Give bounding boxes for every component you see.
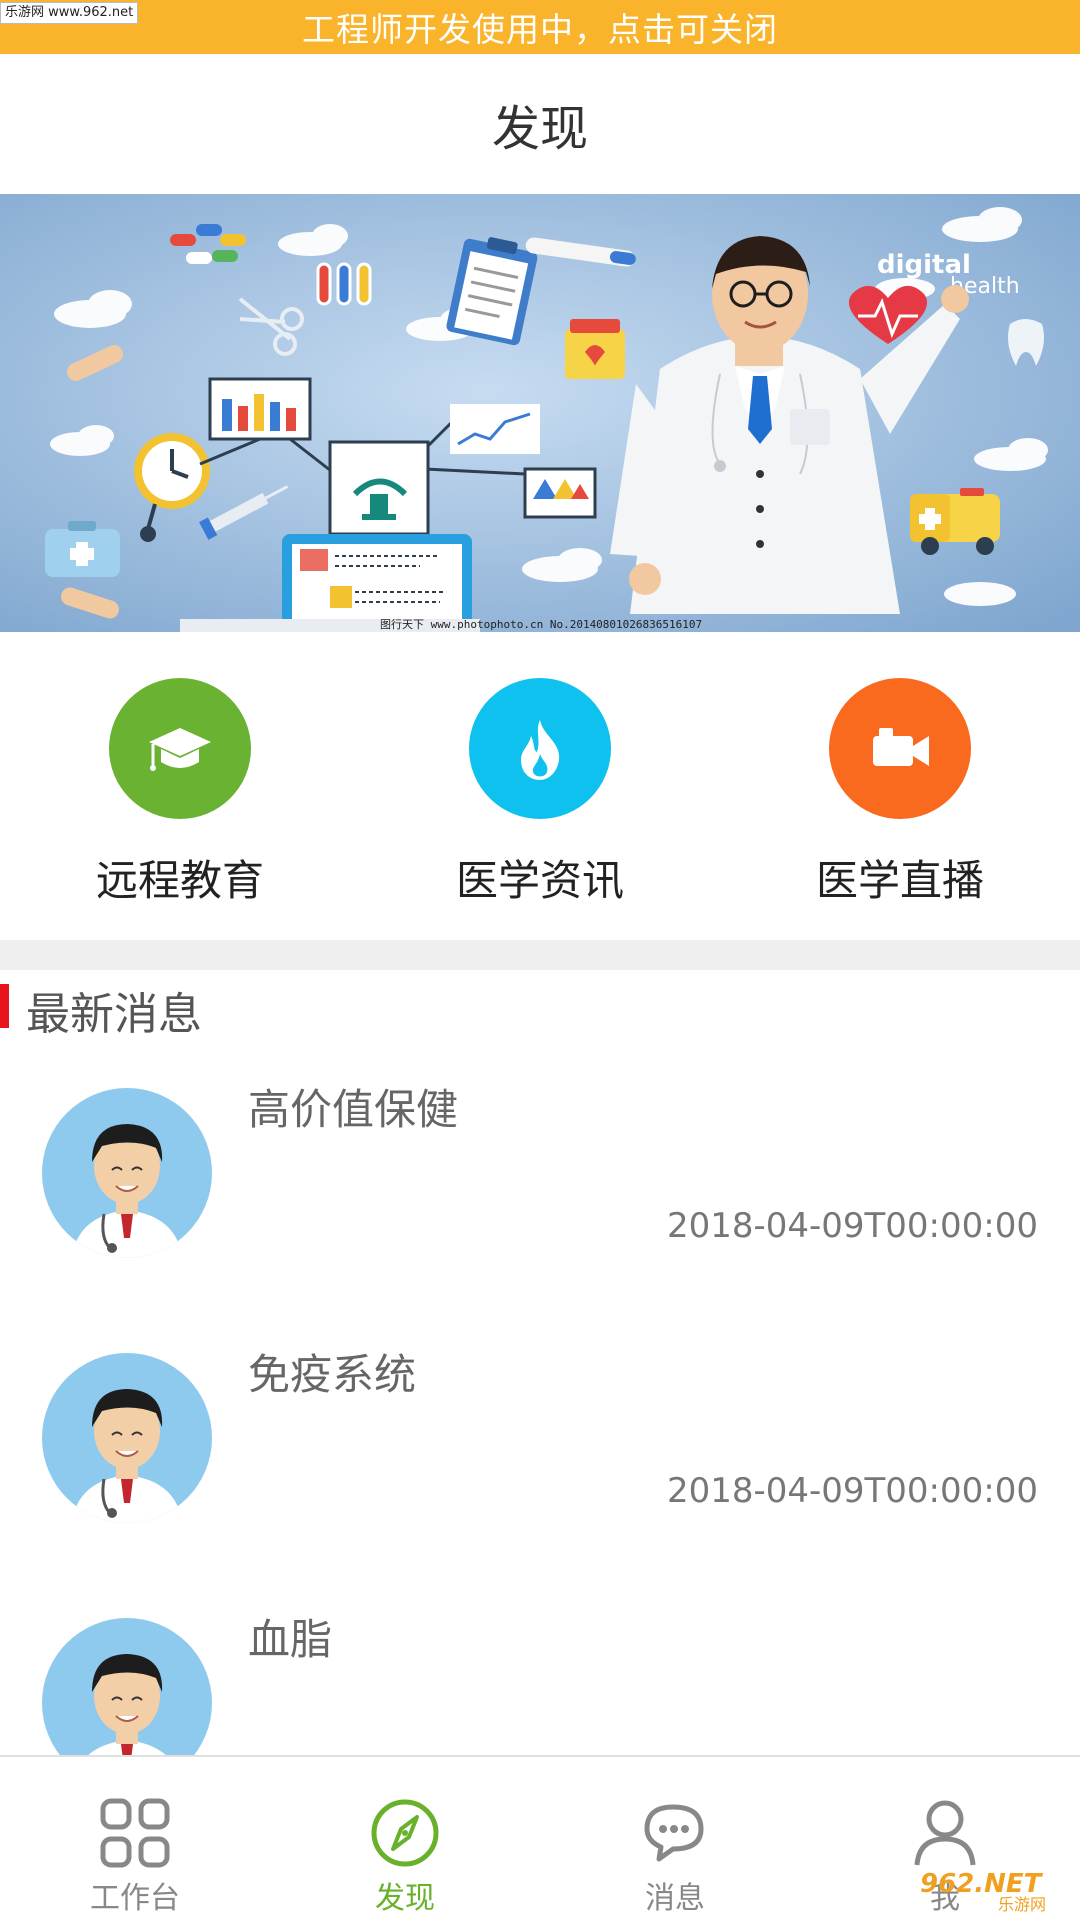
dev-notice-bar[interactable]: 工程师开发使用中，点击可关闭 xyxy=(0,0,1080,54)
graduation-cap-icon xyxy=(109,678,251,819)
video-camera-icon xyxy=(829,678,971,819)
news-item[interactable]: 免疫系统 2018-04-09T00:00:00 xyxy=(0,1321,1080,1588)
section-divider xyxy=(0,940,1080,970)
tab-label: 工作台 xyxy=(90,1881,180,1916)
section-accent-bar xyxy=(0,984,9,1028)
section-title: 最新消息 xyxy=(26,989,202,1040)
hero-illustration: digital health 图行天下 www.photophoto.cn No… xyxy=(0,194,1080,632)
news-title: 免疫系统 xyxy=(248,1350,417,1399)
news-item[interactable]: 高价值保健 2018-04-09T00:00:00 xyxy=(0,1056,1080,1323)
hero-banner[interactable]: digital health 图行天下 www.photophoto.cn No… xyxy=(0,194,1080,632)
doctor-avatar xyxy=(42,1353,212,1523)
news-title: 高价值保健 xyxy=(248,1085,459,1134)
hero-credit: 图行天下 www.photophoto.cn No.20140801026836… xyxy=(380,618,702,631)
tab-workbench[interactable]: 工作台 xyxy=(0,1757,270,1922)
person-icon xyxy=(914,1800,976,1866)
compass-icon xyxy=(371,1799,439,1867)
quick-actions: 远程教育 医学资讯 医学直播 xyxy=(0,632,1080,940)
watermark-top: 乐游网 www.962.net xyxy=(0,2,139,24)
action-label: 远程教育 xyxy=(95,856,264,905)
latest-news-header: 最新消息 xyxy=(0,970,1080,1056)
flame-icon xyxy=(469,678,611,819)
news-date: 2018-04-09T00:00:00 xyxy=(666,1471,1038,1511)
news-date: 2018-04-09T00:00:00 xyxy=(666,1206,1038,1246)
news-title: 血脂 xyxy=(248,1615,333,1664)
doctor-avatar xyxy=(42,1088,212,1258)
tab-label: 发现 xyxy=(375,1881,435,1916)
action-remote-education[interactable]: 远程教育 xyxy=(30,678,330,908)
dev-notice-text: 工程师开发使用中，点击可关闭 xyxy=(302,10,778,49)
action-medical-news[interactable]: 医学资讯 xyxy=(390,678,690,908)
action-medical-live[interactable]: 医学直播 xyxy=(750,678,1050,908)
page-title-text: 发现 xyxy=(491,101,588,157)
chat-bubble-icon xyxy=(644,1804,704,1862)
tab-label: 消息 xyxy=(645,1881,705,1916)
action-label: 医学资讯 xyxy=(455,856,624,905)
watermark-cn: 乐游网 xyxy=(998,1895,1046,1912)
grid-icon xyxy=(100,1798,170,1868)
tab-discover[interactable]: 发现 xyxy=(270,1757,540,1922)
action-label: 医学直播 xyxy=(815,856,984,905)
page-title: 发现 xyxy=(0,54,1080,194)
watermark-logo: 962.NET 乐游网 xyxy=(916,1866,1074,1914)
tab-messages[interactable]: 消息 xyxy=(540,1757,810,1922)
